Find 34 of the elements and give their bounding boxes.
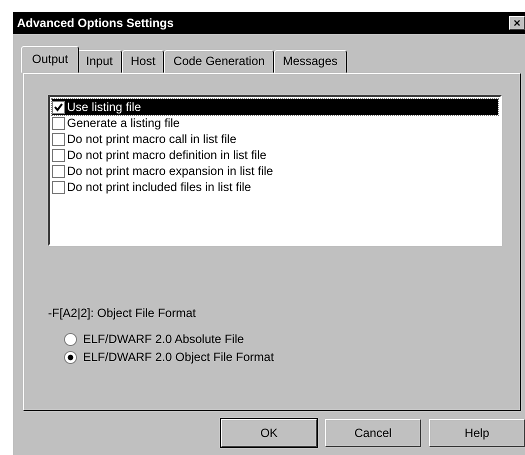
checkbox[interactable]: [52, 100, 65, 114]
check-icon: [53, 102, 64, 112]
option-row[interactable]: Generate a listing file: [52, 115, 498, 131]
dialog-button[interactable]: OK: [221, 419, 317, 447]
dialog-button[interactable]: Cancel: [325, 419, 421, 447]
checkbox[interactable]: [52, 164, 65, 178]
option-row[interactable]: Do not print macro call in list file: [52, 131, 498, 147]
option-row[interactable]: Do not print macro expansion in list file: [52, 163, 498, 179]
radio-button[interactable]: [64, 350, 77, 364]
dialog-button[interactable]: Help: [429, 419, 525, 447]
format-label: -F[A2|2]: Object File Format: [48, 306, 197, 320]
option-row[interactable]: Do not print included files in list file: [52, 179, 498, 195]
option-row[interactable]: Use listing file: [52, 99, 498, 115]
option-label: Generate a listing file: [67, 116, 180, 130]
option-label: Do not print macro call in list file: [67, 132, 236, 146]
tab[interactable]: Input: [77, 50, 122, 73]
close-button[interactable]: ×: [509, 16, 525, 30]
window-title: Advanced Options Settings: [17, 16, 174, 30]
tab[interactable]: Host: [122, 50, 164, 73]
radio-label: ELF/DWARF 2.0 Absolute File: [83, 332, 244, 346]
option-label: Do not print macro definition in list file: [67, 148, 266, 162]
tab[interactable]: Code Generation: [164, 50, 274, 73]
radio-button[interactable]: [64, 332, 77, 346]
checkbox[interactable]: [52, 180, 65, 194]
checkbox[interactable]: [52, 148, 65, 162]
radio-label: ELF/DWARF 2.0 Object File Format: [83, 350, 274, 364]
option-label: Do not print macro expansion in list file: [67, 164, 274, 178]
option-label: Do not print included files in list file: [67, 180, 252, 194]
checkbox[interactable]: [52, 116, 65, 130]
option-row[interactable]: Do not print macro definition in list file: [52, 147, 498, 163]
checkbox[interactable]: [52, 132, 65, 146]
tab[interactable]: Messages: [274, 50, 347, 73]
tab[interactable]: Output: [21, 46, 80, 73]
option-label: Use listing file: [67, 100, 142, 114]
